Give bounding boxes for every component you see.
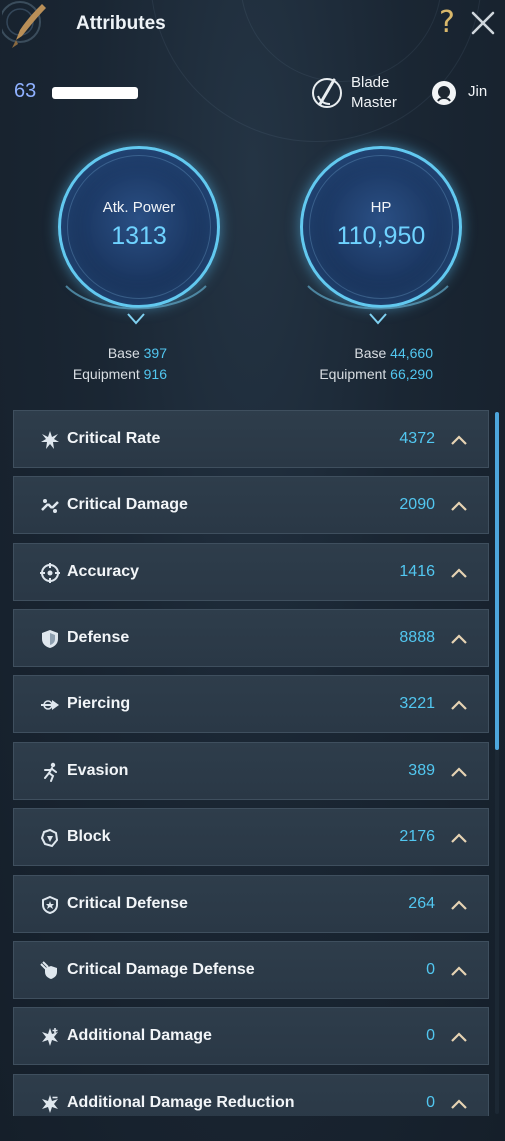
attribute-row-additional-damage[interactable]: Additional Damage 0 xyxy=(13,1007,489,1065)
hp-base-value: 44,660 xyxy=(390,345,433,361)
accuracy-icon xyxy=(40,563,60,583)
hp-breakdown: Base 44,660 Equipment 66,290 xyxy=(319,343,433,385)
help-button[interactable]: ? xyxy=(436,6,458,40)
attack-equipment-value: 916 xyxy=(143,366,167,382)
jin-race-icon xyxy=(432,81,456,105)
orb-pointer xyxy=(369,313,387,325)
attribute-value: 4372 xyxy=(399,430,435,447)
page-title: Attributes xyxy=(76,13,166,34)
attribute-label: Additional Damage Reduction xyxy=(67,1094,295,1111)
evasion-icon xyxy=(44,762,57,782)
critical-rate-icon xyxy=(41,431,59,449)
attack-power-breakdown: Base 397 Equipment 916 xyxy=(73,343,167,385)
critical-damage-icon xyxy=(41,499,59,513)
chevron-up-icon[interactable] xyxy=(449,698,469,712)
attribute-label: Additional Damage xyxy=(67,1027,212,1044)
attribute-label: Critical Rate xyxy=(67,430,161,447)
attribute-value: 2090 xyxy=(399,496,435,513)
attribute-label: Critical Defense xyxy=(67,895,188,912)
attribute-row-critical-defense[interactable]: Critical Defense 264 xyxy=(13,875,489,933)
attribute-value: 264 xyxy=(408,895,435,912)
attack-equipment-label: Equipment xyxy=(72,366,140,382)
scrollbar-thumb[interactable] xyxy=(495,412,499,750)
additional-damage-reduction-icon xyxy=(42,1095,58,1113)
chevron-up-icon[interactable] xyxy=(449,898,469,912)
chevron-up-icon[interactable] xyxy=(449,1097,469,1111)
attribute-value: 0 xyxy=(426,1027,435,1044)
character-level: 63 xyxy=(14,80,37,102)
critical-damage-defense-icon xyxy=(40,961,57,979)
attribute-row-evasion[interactable]: Evasion 389 xyxy=(13,742,489,800)
attribute-label: Piercing xyxy=(67,695,131,712)
chevron-up-icon[interactable] xyxy=(449,632,469,646)
attribute-row-defense[interactable]: Defense 8888 xyxy=(13,609,489,667)
chevron-up-icon[interactable] xyxy=(449,964,469,978)
attack-power-value: 1313 xyxy=(111,222,167,250)
attribute-value: 2176 xyxy=(399,828,435,845)
header-bar: Attributes ? xyxy=(0,0,505,60)
attack-base-label: Base xyxy=(107,345,140,361)
attribute-label: Block xyxy=(67,828,111,845)
piercing-icon xyxy=(41,700,59,710)
attribute-value: 3221 xyxy=(399,695,435,712)
attribute-label: Evasion xyxy=(67,762,129,779)
close-icon[interactable] xyxy=(468,8,498,38)
critical-defense-icon xyxy=(42,895,58,915)
chevron-up-icon[interactable] xyxy=(449,831,469,845)
hp-base-label: Base xyxy=(354,345,387,361)
class-name: Blade Master xyxy=(351,74,397,111)
hp-value: 110,950 xyxy=(336,222,426,250)
attribute-row-block[interactable]: Block 2176 xyxy=(13,808,489,866)
chevron-up-icon[interactable] xyxy=(449,765,469,779)
chevron-up-icon[interactable] xyxy=(449,1030,469,1044)
block-icon xyxy=(40,828,59,848)
hp-label: HP xyxy=(370,199,392,216)
race-name: Jin xyxy=(468,83,488,100)
attribute-value: 1416 xyxy=(399,563,435,580)
defense-icon xyxy=(42,630,58,648)
chevron-up-icon[interactable] xyxy=(449,566,469,580)
chevron-up-icon[interactable] xyxy=(449,433,469,447)
attribute-value: 8888 xyxy=(399,629,435,646)
attack-power-label: Atk. Power xyxy=(102,199,176,216)
attribute-row-accuracy[interactable]: Accuracy 1416 xyxy=(13,543,489,601)
attribute-row-critical-rate[interactable]: Critical Rate 4372 xyxy=(13,410,489,468)
attribute-label: Accuracy xyxy=(67,563,140,580)
weapon-emblem-icon xyxy=(2,1,46,48)
attribute-row-critical-damage[interactable]: Critical Damage 2090 xyxy=(13,476,489,534)
attribute-value: 389 xyxy=(408,762,435,779)
attribute-value: 0 xyxy=(426,961,435,978)
hp-equipment-value: 66,290 xyxy=(390,366,433,382)
attribute-row-critical-damage-defense[interactable]: Critical Damage Defense 0 xyxy=(13,941,489,999)
attribute-row-piercing[interactable]: Piercing 3221 xyxy=(13,675,489,733)
attribute-list[interactable]: Critical Rate 4372 Critical Damage 2090 … xyxy=(13,410,489,1116)
attribute-label: Critical Damage Defense xyxy=(67,961,255,978)
attribute-row-additional-damage-reduction[interactable]: Additional Damage Reduction 0 xyxy=(13,1074,489,1116)
attribute-value: 0 xyxy=(426,1094,435,1111)
character-name-redacted xyxy=(52,87,138,99)
attribute-label: Defense xyxy=(67,629,130,646)
blade-master-icon xyxy=(312,78,342,108)
orb-pointer xyxy=(127,313,145,325)
chevron-up-icon[interactable] xyxy=(449,499,469,513)
hp-equipment-label: Equipment xyxy=(319,366,387,382)
attribute-label: Critical Damage xyxy=(67,496,188,513)
attack-base-value: 397 xyxy=(143,345,167,361)
additional-damage-icon xyxy=(42,1028,58,1046)
